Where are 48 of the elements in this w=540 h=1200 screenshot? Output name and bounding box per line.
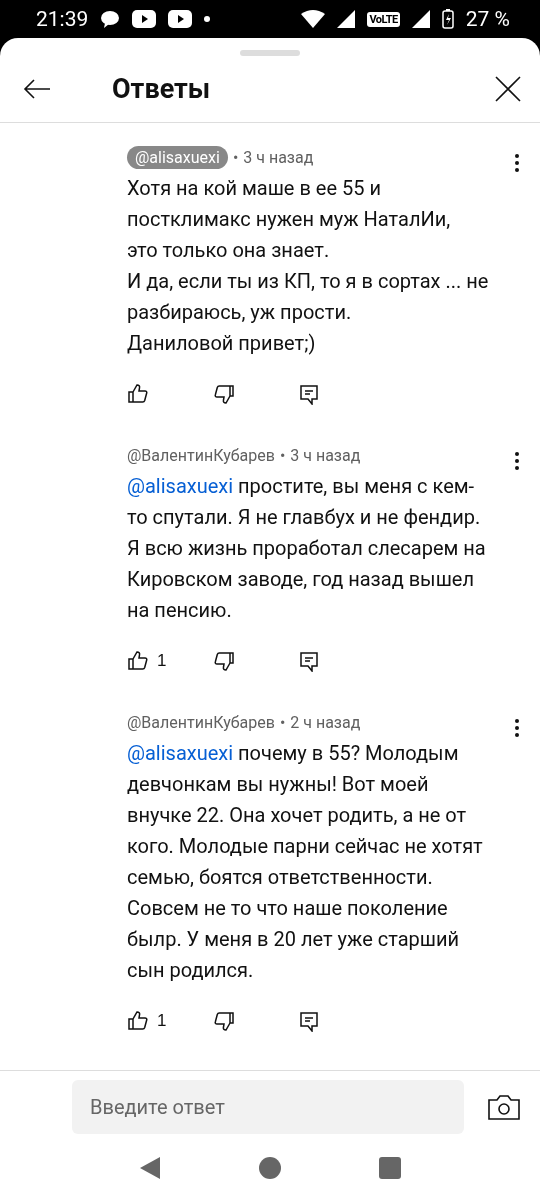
thumb-up-icon[interactable]: [127, 649, 149, 672]
mention-link[interactable]: @alisaxuexi: [127, 473, 234, 498]
camera-icon[interactable]: [488, 1094, 520, 1121]
comment-author[interactable]: @ВалентинКубарев: [127, 713, 275, 733]
comment-author[interactable]: @ВалентинКубарев: [127, 446, 275, 466]
thumb-down-icon[interactable]: [212, 382, 234, 405]
separator-dot: •: [279, 713, 286, 733]
signal-icon: [411, 10, 430, 28]
clock: 21:39: [36, 7, 89, 31]
recents-nav-icon[interactable]: [379, 1156, 401, 1179]
battery-icon: [441, 9, 454, 29]
play-icon: [132, 10, 157, 28]
separator-dot: •: [232, 148, 239, 168]
separator-dot: •: [279, 446, 286, 466]
mention-link[interactable]: @alisaxuexi: [127, 740, 234, 765]
like-button[interactable]: 1: [127, 649, 212, 672]
home-nav-icon[interactable]: [259, 1156, 281, 1179]
comment-text: Хотя на кой маше в ее 55 и постклимакс нужен муж НаталИи, это только она знает. И да, если ты из КП, то я в сортах ... не разбираюсь, уж прости. Даниловой привет;): [127, 174, 490, 357]
comment-text: @alisaxuexi простите, вы меня с кем-то спутали. Я не главбух и не фендир. Я всю жизнь проработал слесарем на Кировском заводе, год назад вышел на пенсию.: [127, 472, 487, 624]
reply-input[interactable]: Введите ответ: [72, 1080, 464, 1135]
comment-icon[interactable]: [297, 1009, 319, 1032]
play-icon: [168, 10, 193, 28]
comment-time: 3 ч назад: [243, 148, 314, 168]
comment-icon[interactable]: [297, 382, 319, 405]
volte-label: VoLTE: [367, 11, 400, 27]
more-icon[interactable]: [514, 450, 520, 473]
comment-text: @alisaxuexi почему в 55? Молодым девчонкам вы нужны! Вот моей внучке 22. Она хочет родить, а не от кого. Молодые парни сейчас не хотят семью, боятся ответственности. Совсем не то что наше поколение былр. У меня в 20 лет уже старший сын родился.: [127, 739, 484, 984]
thumb-down-icon[interactable]: [212, 1009, 234, 1032]
like-button[interactable]: 1: [127, 1009, 212, 1032]
back-nav-icon[interactable]: [139, 1155, 161, 1180]
comment-icon[interactable]: [297, 649, 319, 672]
battery-level: 27 %: [465, 7, 510, 31]
more-icon[interactable]: [514, 152, 520, 175]
close-button[interactable]: [494, 74, 522, 103]
dot-icon: [204, 16, 211, 22]
thumb-up-icon[interactable]: [127, 382, 149, 405]
comment-author[interactable]: @alisaxuexi: [127, 146, 228, 170]
thumb-down-icon[interactable]: [212, 649, 234, 672]
panel-title: Ответы: [112, 72, 212, 105]
thumb-up-icon[interactable]: [127, 1009, 149, 1032]
comment-time: 3 ч назад: [290, 446, 361, 466]
back-button[interactable]: [22, 76, 52, 101]
signal-icon: [337, 10, 356, 28]
drag-handle[interactable]: [240, 50, 300, 56]
chat-icon: [100, 10, 121, 28]
more-icon[interactable]: [514, 717, 520, 740]
wifi-icon: [301, 10, 326, 28]
comment-time: 2 ч назад: [290, 713, 361, 733]
